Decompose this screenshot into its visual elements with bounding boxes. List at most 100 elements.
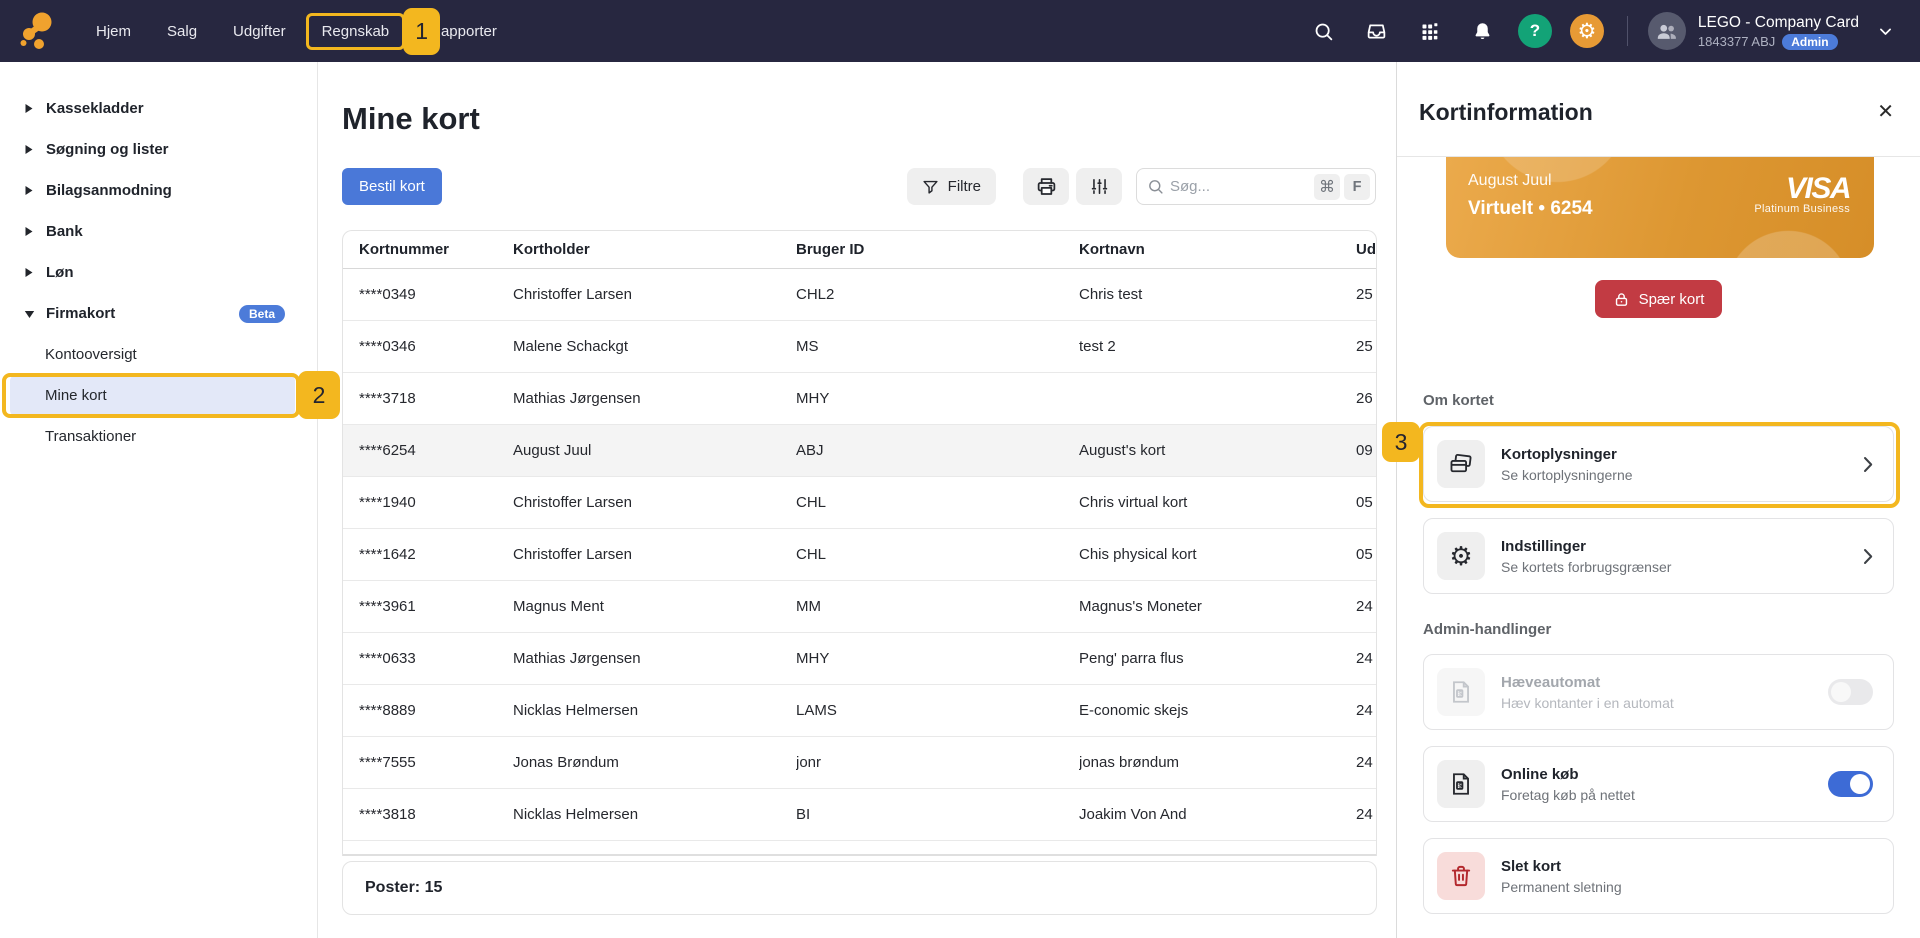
account-menu[interactable]: LEGO - Company Card 1843377 ABJ Admin [1698, 13, 1859, 50]
table-row[interactable]: ****3818Nicklas HelmersenBIJoakim Von An… [343, 789, 1376, 841]
panel-item-title: Online køb [1501, 766, 1635, 783]
panel-item-online-k-b[interactable]: $Online købForetag køb på nettet [1423, 746, 1894, 822]
visa-card-preview: August Juul Virtuelt • 6254 VISA Platinu… [1446, 157, 1874, 258]
table-cell: MM [796, 598, 1079, 615]
table-cell: ****3961 [343, 598, 513, 615]
help-button[interactable]: ? [1518, 14, 1552, 48]
triangle-right-icon [24, 226, 35, 237]
annotation-box-1: Regnskab [306, 13, 406, 50]
inbox-icon[interactable] [1366, 21, 1387, 42]
table-row[interactable]: ****0349Christoffer LarsenCHL2Chris test… [343, 269, 1376, 321]
panel-item-title: Hæveautomat [1501, 674, 1674, 691]
triangle-right-icon [24, 103, 35, 114]
cmd-key-badge: ⌘ [1314, 174, 1340, 200]
table-cell: Christoffer Larsen [513, 286, 796, 303]
table-row[interactable]: ****3718Mathias JørgensenMHY26 [343, 373, 1376, 425]
sidebar-subitem-mine-kort[interactable]: Mine kort [10, 375, 295, 416]
search-icon [1147, 178, 1164, 195]
table-cell: 24 [1356, 598, 1376, 615]
account-number: 1843377 ABJ [1698, 34, 1775, 49]
column-header-bruger-id[interactable]: Bruger ID [796, 241, 1079, 258]
panel-item-h-veautomat[interactable]: $HæveautomatHæv kontanter i en automat [1423, 654, 1894, 730]
close-icon[interactable]: ✕ [1877, 102, 1894, 122]
order-card-button[interactable]: Bestil kort [342, 168, 442, 205]
nav-item-udgifter[interactable]: Udgifter [215, 13, 304, 50]
funnel-icon [922, 178, 939, 195]
sidebar-item-kassekladder[interactable]: Kassekladder [0, 88, 317, 129]
table-cell: Jonas Brøndum [513, 754, 796, 771]
filter-button[interactable]: Filtre [907, 168, 996, 205]
toggle-on[interactable] [1828, 771, 1873, 797]
table-cell: Chris test [1079, 286, 1356, 303]
table-cell: 25 [1356, 286, 1376, 303]
table-row[interactable]: ****0633Mathias JørgensenMHYPeng' parra … [343, 633, 1376, 685]
freeze-card-button[interactable]: Spær kort [1595, 280, 1723, 318]
table-cell: ****3718 [343, 390, 513, 407]
bell-icon[interactable] [1472, 21, 1493, 42]
table-row[interactable]: ****6254August JuulABJAugust's kort09 [343, 425, 1376, 477]
panel-item-slet-kort[interactable]: Slet kortPermanent sletning [1423, 838, 1894, 914]
table-header: Kortnummer Kortholder Bruger ID Kortnavn… [343, 231, 1376, 269]
column-settings-button[interactable] [1076, 168, 1122, 205]
table-cell: 05 [1356, 494, 1376, 511]
sidebar-item-label: Løn [46, 264, 74, 281]
table-cell: BI [796, 806, 1079, 823]
nav-item-salg[interactable]: Salg [149, 13, 215, 50]
chevron-right-icon [1863, 456, 1873, 473]
table-cell: Mathias Jørgensen [513, 650, 796, 667]
table-cell: ****0349 [343, 286, 513, 303]
cards-table-body: ****0349Christoffer LarsenCHL2Chris test… [343, 269, 1376, 841]
filter-button-label: Filtre [948, 178, 981, 195]
panel-item-kortoplysninger[interactable]: Kortoplysninger Se kortoplysningerne [1423, 426, 1894, 502]
table-cell: ****0346 [343, 338, 513, 355]
table-row[interactable]: ****0346Malene SchackgtMStest 225 [343, 321, 1376, 373]
table-row[interactable]: ****1642Christoffer LarsenCHLChis physic… [343, 529, 1376, 581]
column-header-udlob[interactable]: Ud [1356, 241, 1376, 258]
page-title: Mine kort [342, 98, 1396, 140]
table-cell: MS [796, 338, 1079, 355]
avatar[interactable] [1648, 12, 1686, 50]
sidebar-item-label: Bank [46, 223, 83, 240]
sidebar-item-l-n[interactable]: Løn [0, 252, 317, 293]
panel-item-title: Kortoplysninger [1501, 446, 1633, 463]
navbar-actions: ? ⚙ LEGO - Company Card 1843377 ABJ Admi… [1297, 12, 1894, 50]
chevron-down-icon[interactable] [1877, 23, 1894, 40]
table-row[interactable]: ****3961Magnus MentMMMagnus's Moneter24 [343, 581, 1376, 633]
apps-grid-icon[interactable] [1419, 21, 1440, 42]
triangle-right-icon [24, 185, 35, 196]
sidebar-item-bank[interactable]: Bank [0, 211, 317, 252]
sidebar-item-bilagsanmodning[interactable]: Bilagsanmodning [0, 170, 317, 211]
sidebar-item-s-gning-og-lister[interactable]: Søgning og lister [0, 129, 317, 170]
panel-item-subtitle: Foretag køb på nettet [1501, 787, 1635, 803]
table-cell: 26 [1356, 390, 1376, 407]
admin-badge: Admin [1782, 34, 1837, 50]
table-cell: Christoffer Larsen [513, 494, 796, 511]
sidebar-subitem-kontooversigt[interactable]: Kontooversigt [0, 334, 317, 375]
table-cell: Magnus's Moneter [1079, 598, 1356, 615]
sidebar-item-label: Bilagsanmodning [46, 182, 172, 199]
sidebar-item-firmakort[interactable]: FirmakortBeta [0, 293, 317, 334]
settings-gear-button[interactable]: ⚙ [1570, 14, 1604, 48]
table-cell: 24 [1356, 650, 1376, 667]
column-header-kortholder[interactable]: Kortholder [513, 241, 796, 258]
table-row[interactable]: ****7555Jonas Brøndumjonrjonas brøndum24 [343, 737, 1376, 789]
search-icon[interactable] [1313, 21, 1334, 42]
panel-item-subtitle: Se kortoplysningerne [1501, 467, 1633, 483]
table-cell: ****7555 [343, 754, 513, 771]
table-footer: Poster: 15 [342, 861, 1377, 915]
trash-icon [1437, 852, 1485, 900]
print-button[interactable] [1023, 168, 1069, 205]
nav-item-hjem[interactable]: Hjem [78, 13, 149, 50]
panel-item-indstillinger[interactable]: ⚙IndstillingerSe kortets forbrugsgrænser [1423, 518, 1894, 594]
nav-item-rapporter[interactable]: Rapporter [428, 13, 515, 50]
table-row[interactable]: ****8889Nicklas HelmersenLAMSE-conomic s… [343, 685, 1376, 737]
search-input[interactable] [1170, 178, 1298, 195]
column-header-kortnummer[interactable]: Kortnummer [343, 241, 513, 258]
e-conomic-logo[interactable] [14, 8, 60, 54]
nav-item-regnskab[interactable]: Regnskab [322, 23, 390, 40]
freeze-card-label: Spær kort [1639, 291, 1705, 308]
column-header-kortnavn[interactable]: Kortnavn [1079, 241, 1356, 258]
table-row[interactable]: ****1940Christoffer LarsenCHLChris virtu… [343, 477, 1376, 529]
panel-title: Kortinformation [1419, 98, 1593, 126]
sidebar-subitem-transaktioner[interactable]: Transaktioner [0, 416, 317, 457]
